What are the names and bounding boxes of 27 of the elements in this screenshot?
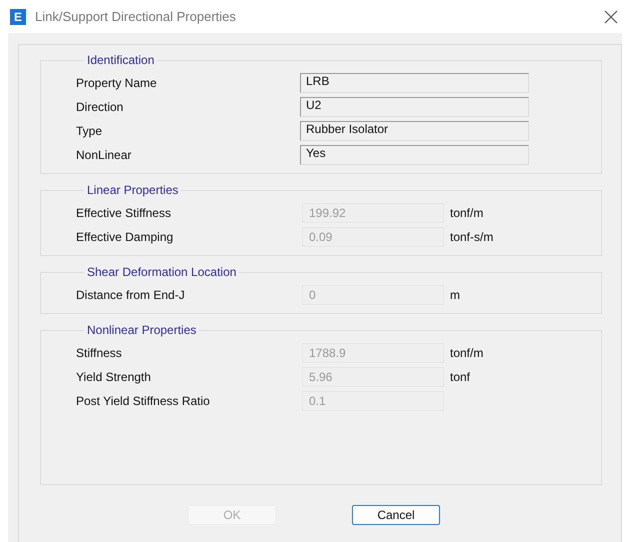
unit-label: m — [450, 288, 460, 302]
group-title: Shear Deformation Location — [86, 265, 238, 279]
field-label: Property Name — [76, 76, 158, 90]
readonly-field: Yes — [300, 145, 529, 165]
group-title: Linear Properties — [86, 183, 180, 197]
field-label: Post Yield Stiffness Ratio — [76, 394, 211, 408]
field-label: Effective Damping — [76, 230, 174, 244]
group-title: Identification — [86, 53, 156, 67]
unit-label: tonf-s/m — [450, 230, 494, 244]
unit-label: tonf/m — [450, 346, 484, 360]
dialog-button[interactable]: Cancel — [352, 505, 440, 525]
unit-label: tonf — [450, 370, 470, 384]
readonly-field: Rubber Isolator — [300, 121, 529, 141]
app-logo: E — [10, 8, 26, 24]
group-title: Nonlinear Properties — [86, 323, 198, 337]
unit-label: tonf/m — [450, 206, 484, 220]
field-label: Stiffness — [76, 346, 123, 360]
readonly-field: U2 — [300, 97, 529, 117]
window-title: Link/Support Directional Properties — [35, 9, 237, 24]
field-label: Effective Stiffness — [76, 206, 172, 220]
readonly-field: LRB — [300, 73, 529, 93]
field-label: Type — [76, 124, 104, 138]
field-label: NonLinear — [76, 148, 132, 162]
field-label: Direction — [76, 100, 124, 114]
close-icon[interactable] — [604, 10, 618, 24]
field-label: Yield Strength — [76, 370, 152, 384]
field-label: Distance from End-J — [76, 288, 186, 302]
